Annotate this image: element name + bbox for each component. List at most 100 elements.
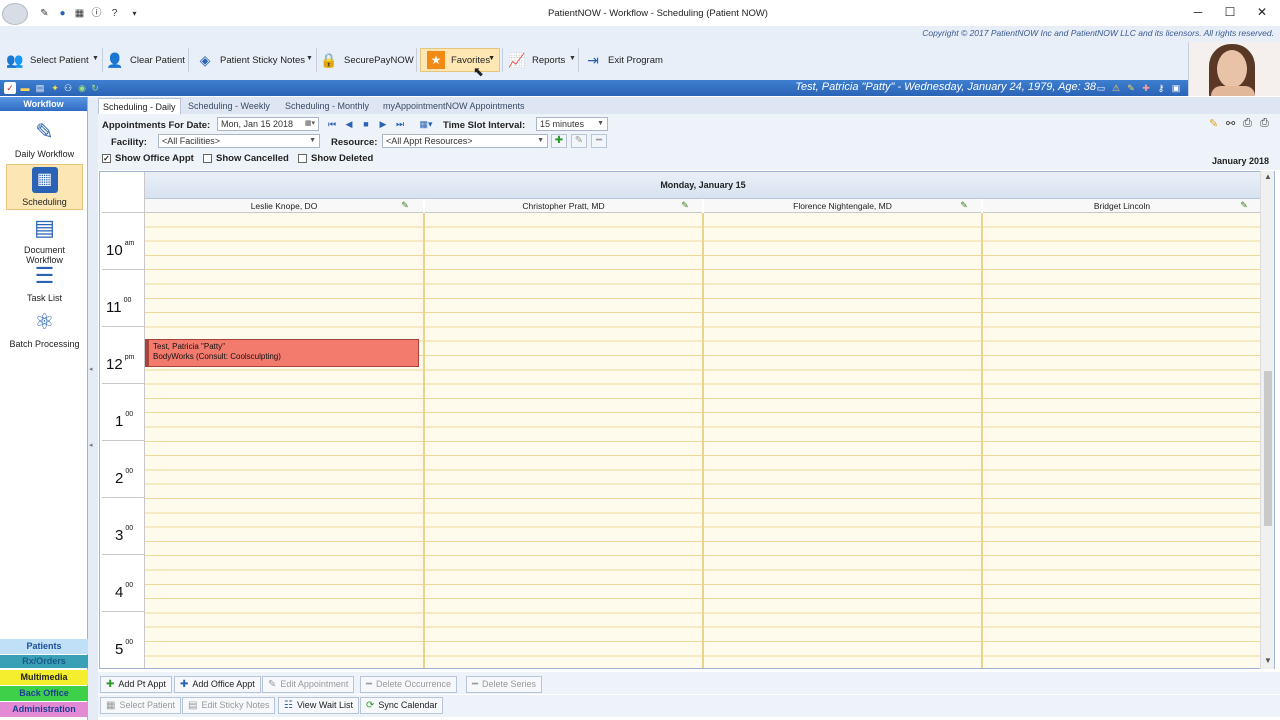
provider-column[interactable] [983,213,1261,668]
people-icon[interactable]: ⚇ [62,82,74,94]
next-day-icon[interactable]: ▶ [377,118,389,130]
star-icon: ★ [427,51,445,69]
medication-icon[interactable]: ✚ [1140,82,1152,94]
calendar-dropdown-icon[interactable]: ▦▾ [305,118,315,130]
add-resource-button[interactable]: ✚ [551,134,567,148]
select-patient-dropdown-icon[interactable]: ▼ [92,55,99,62]
sidebar-section-rx-orders[interactable]: Rx/Orders [0,655,88,668]
remove-resource-button[interactable]: ━ [591,134,607,148]
time-slot-select[interactable]: 15 minutes ▼ [536,117,608,131]
clear-patient-button[interactable]: 👤 Clear Patient [106,48,185,72]
patient-sticky-notes-button[interactable]: ◈ Patient Sticky Notes [196,48,305,72]
view-options-icon[interactable]: ▦▾ [414,118,438,130]
today-icon[interactable]: ■ [360,118,372,130]
appointment-detail: BodyWorks (Consult: Coolsculpting) [153,352,281,361]
provider-column[interactable] [425,213,702,668]
key-icon[interactable]: ⚷ [1155,82,1167,94]
tag-icon[interactable]: ✎ [1125,82,1137,94]
id-card-icon[interactable]: ▭ [1095,82,1107,94]
show-office-appt-label: Show Office Appt [115,153,194,164]
bulb-icon[interactable]: ✦ [49,82,61,94]
favorites-dropdown-icon[interactable]: ▼ [488,55,495,62]
sidebar-splitter[interactable]: ◂ ◂ [88,97,98,720]
view-wait-list-label: View Wait List [296,700,353,710]
sidebar-item-document-workflow[interactable]: ▤ Document Workflow [6,215,83,265]
reports-dropdown-icon[interactable]: ▼ [569,55,576,62]
hour-label: 3 00 [115,525,134,544]
add-office-appt-label: Add Office Appt [192,679,255,689]
select-patient-action-button[interactable]: ▦ Select Patient [100,697,181,714]
add-office-appt-button[interactable]: ✚ Add Office Appt [174,676,261,693]
calendar-scrollbar[interactable]: ▲ ▼ [1260,171,1274,669]
sticky-notes-dropdown-icon[interactable]: ▼ [306,55,313,62]
provider-column[interactable] [704,213,981,668]
view-wait-list-button[interactable]: ☷ View Wait List [278,697,359,714]
scrollbar-thumb[interactable] [1264,371,1272,526]
add-pt-appt-button[interactable]: ✚ Add Pt Appt [100,676,172,693]
scroll-down-icon[interactable]: ▼ [1264,656,1272,665]
tab-scheduling-weekly[interactable]: Scheduling - Weekly [184,98,274,114]
edit-provider-icon[interactable]: ✎ [679,199,691,211]
edit-provider-icon[interactable]: ✎ [399,199,411,211]
print-preview-icon[interactable]: ⎙ [1243,117,1252,130]
expand-arrow-icon[interactable]: ◂ [89,441,93,449]
first-day-icon[interactable]: ⏮ [326,118,338,130]
gallery-icon[interactable]: ▣ [1170,82,1182,94]
sidebar-section-multimedia[interactable]: Multimedia [0,670,88,685]
delete-series-button[interactable]: ━ Delete Series [466,676,543,693]
close-button[interactable]: ✕ [1252,5,1272,21]
securepaynow-button[interactable]: 🔒 SecurePayNOW [320,48,413,72]
collapse-arrow-icon[interactable]: ◂ [89,365,93,373]
highlight-icon[interactable]: ✎ [1209,117,1218,130]
sidebar-item-daily-workflow[interactable]: ✎ Daily Workflow [6,119,83,165]
edit-sticky-notes-button[interactable]: ▤ Edit Sticky Notes [182,697,276,714]
previous-day-icon[interactable]: ◀ [343,118,355,130]
warning-icon[interactable]: ⚠ [1110,82,1122,94]
delete-occurrence-button[interactable]: ━ Delete Occurrence [360,676,458,693]
show-deleted-checkbox[interactable]: Show Deleted [298,153,373,164]
workflow-sidebar: Workflow ✎ Daily Workflow ▦ Scheduling ▤… [0,97,88,720]
sidebar-item-batch-processing[interactable]: ⚛ Batch Processing [6,309,83,355]
edit-provider-icon[interactable]: ✎ [1238,199,1250,211]
appt-date-picker[interactable]: Mon, Jan 15 2018 ▦▾ [217,117,319,131]
edit-resource-button[interactable]: ✎ [571,134,587,148]
favorites-button[interactable]: ★ Favorites ▼ [420,48,500,72]
exit-program-button[interactable]: ⇥ Exit Program [584,48,663,72]
last-day-icon[interactable]: ⏭ [394,118,406,130]
show-cancelled-checkbox[interactable]: Show Cancelled [203,153,289,164]
select-patient-button[interactable]: 👥 Select Patient [6,48,88,72]
minimize-button[interactable]: ─ [1188,5,1208,21]
print-icon[interactable]: ⎙ [1260,117,1269,130]
edit-appointment-button[interactable]: ✎ Edit Appointment [262,676,355,693]
calendar-icon: ▦ [31,167,58,193]
camera-icon[interactable]: ◉ [76,82,88,94]
sidebar-header: Workflow [0,97,87,111]
appointment-block[interactable]: Test, Patricia "Patty" BodyWorks (Consul… [145,339,419,367]
resource-select[interactable]: <All Appt Resources> ▼ [382,134,548,148]
sync-calendar-button[interactable]: ⟳ Sync Calendar [360,697,444,714]
tab-scheduling-daily[interactable]: Scheduling - Daily [98,98,181,114]
sidebar-section-back-office[interactable]: Back Office [0,686,88,701]
facility-select[interactable]: <All Facilities> ▼ [158,134,320,148]
show-office-appt-checkbox[interactable]: ✓ Show Office Appt [102,153,194,164]
appt-date-label: Appointments For Date: [102,120,211,131]
binoculars-icon[interactable]: ⚯ [1226,117,1235,130]
tab-scheduling-monthly[interactable]: Scheduling - Monthly [281,98,373,114]
edit-provider-icon[interactable]: ✎ [958,199,970,211]
checkbox-icon[interactable]: ✓ [4,82,16,94]
toolbar-separator [102,48,103,72]
hour-label: 4 00 [115,582,134,601]
document-icon[interactable]: ▤ [34,82,46,94]
sidebar-section-patients[interactable]: Patients [0,639,88,654]
reports-button[interactable]: 📈 Reports [508,48,565,72]
refresh-icon[interactable]: ↻ [89,82,101,94]
provider-column[interactable] [145,213,423,668]
sidebar-item-task-list[interactable]: ☰ Task List [6,263,83,307]
maximize-button[interactable]: ☐ [1220,5,1240,21]
tab-myappointmentnow[interactable]: myAppointmentNOW Appointments [379,98,529,114]
user-icon: ▦ [106,700,116,711]
sidebar-item-scheduling[interactable]: ▦ Scheduling [6,164,83,210]
sidebar-section-administration[interactable]: Administration [0,702,88,717]
scroll-up-icon[interactable]: ▲ [1264,172,1272,181]
folder-icon[interactable]: ▬ [19,82,31,94]
